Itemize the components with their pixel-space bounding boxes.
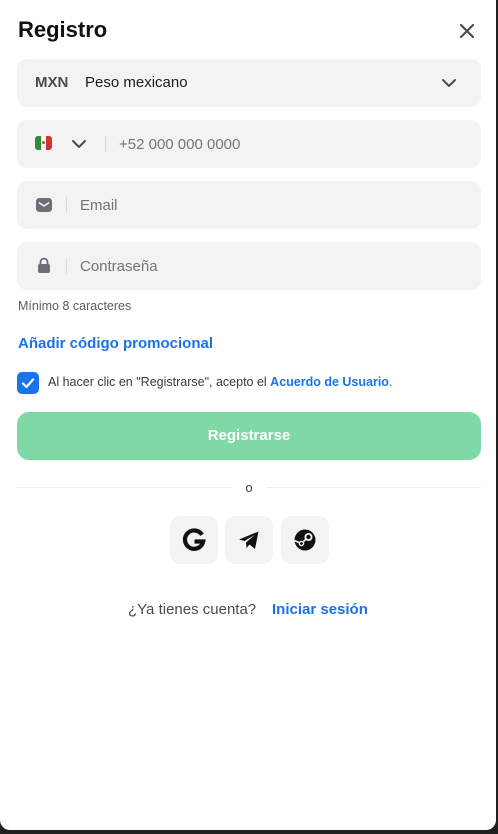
have-account-text: ¿Ya tienes cuenta? bbox=[128, 601, 257, 618]
user-agreement-link[interactable]: Acuerdo de Usuario bbox=[270, 375, 389, 389]
lock-icon bbox=[38, 257, 50, 273]
login-link[interactable]: Iniciar sesión bbox=[272, 601, 368, 618]
close-icon bbox=[459, 23, 475, 39]
google-login-button[interactable] bbox=[170, 516, 218, 564]
country-chevron-down-icon[interactable] bbox=[70, 135, 88, 153]
password-input[interactable] bbox=[80, 255, 450, 277]
divider-label: o bbox=[245, 480, 253, 495]
checkmark-icon bbox=[21, 378, 35, 389]
phone-input[interactable] bbox=[119, 133, 449, 155]
currency-code: MXN bbox=[35, 74, 69, 91]
terms-suffix: . bbox=[388, 375, 393, 389]
email-input[interactable] bbox=[80, 194, 450, 216]
mexico-flag-icon[interactable] bbox=[35, 136, 52, 150]
terms-label: Al hacer clic en "Registrarse", acepto e… bbox=[48, 375, 271, 389]
separator bbox=[66, 197, 67, 213]
telegram-login-button[interactable] bbox=[225, 516, 273, 564]
email-field bbox=[17, 181, 481, 229]
phone-field bbox=[17, 120, 481, 168]
password-hint: Mínimo 8 caracteres bbox=[18, 299, 132, 313]
register-button[interactable]: Registrarse bbox=[17, 412, 481, 460]
telegram-icon bbox=[239, 531, 259, 549]
divider-left bbox=[17, 487, 232, 488]
google-icon bbox=[182, 528, 206, 551]
terms-checkbox[interactable] bbox=[17, 372, 39, 394]
add-promo-code-link[interactable]: Añadir código promocional bbox=[18, 335, 213, 352]
close-button[interactable] bbox=[454, 18, 480, 44]
terms-text: Al hacer clic en "Registrarse", acepto e… bbox=[48, 375, 392, 389]
separator bbox=[66, 258, 67, 274]
steam-login-button[interactable] bbox=[281, 516, 329, 564]
chevron-down-icon bbox=[442, 79, 456, 87]
currency-name: Peso mexicano bbox=[85, 74, 188, 91]
password-field bbox=[17, 242, 481, 290]
divider-right bbox=[266, 487, 481, 488]
separator bbox=[105, 136, 106, 152]
registration-modal: Registro MXN Peso mexicano +52 000 000 0… bbox=[0, 0, 496, 830]
mail-icon bbox=[36, 198, 52, 212]
modal-title: Registro bbox=[18, 17, 108, 42]
steam-icon bbox=[294, 529, 316, 551]
currency-select[interactable]: MXN Peso mexicano bbox=[17, 59, 481, 107]
